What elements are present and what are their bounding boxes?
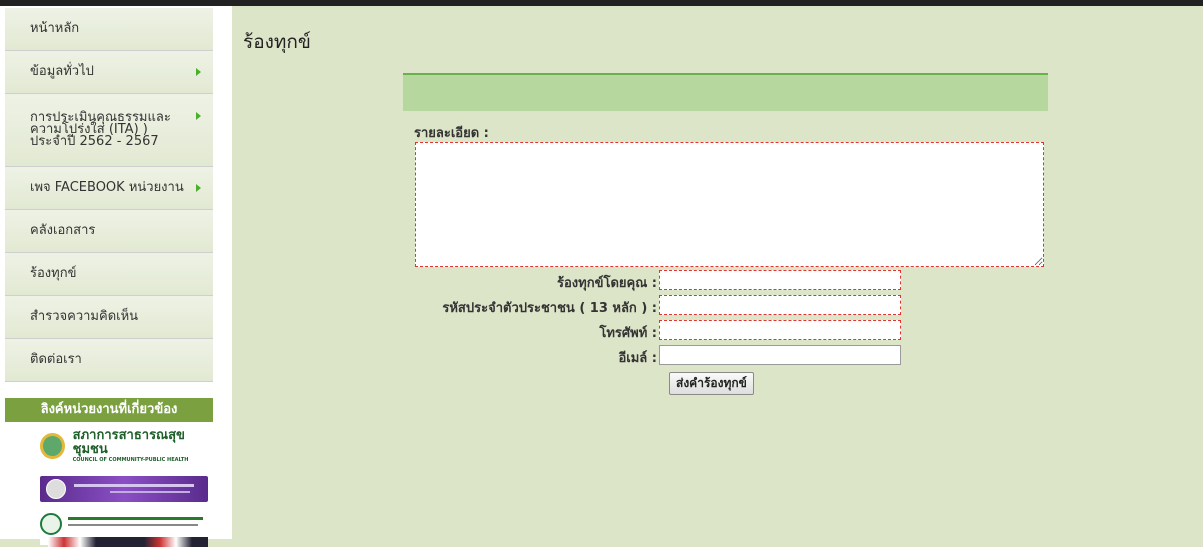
related-links-title: ลิงค์หน่วยงานที่เกี่ยวข้อง bbox=[5, 398, 213, 422]
community-public-health-council-logo[interactable]: สภาการสาธารณสุขชุมชน COUNCIL OF COMMUNIT… bbox=[40, 427, 210, 464]
sidebar: หน้าหลัก ข้อมูลทั่วไป การประเมินคุณธรรมแ… bbox=[0, 6, 232, 547]
seal-icon bbox=[40, 433, 65, 459]
banner-text-graphic bbox=[74, 484, 194, 487]
page-title: ร้องทุกข์ bbox=[243, 31, 311, 53]
sidebar-item-contact[interactable]: ติดต่อเรา bbox=[5, 339, 213, 382]
logo-main-text: สภาการสาธารณสุขชุมชน bbox=[72, 427, 185, 457]
moph-seal-icon bbox=[40, 513, 62, 535]
complainant-name-input[interactable] bbox=[659, 270, 901, 290]
sidebar-item-label: การประเมินคุณธรรมและความโปร่งใส (ITA) ) … bbox=[30, 110, 171, 149]
sidebar-item-survey[interactable]: สำรวจความคิดเห็น bbox=[5, 296, 213, 339]
citizen-id-input[interactable] bbox=[659, 295, 901, 315]
agency-banner-link[interactable] bbox=[40, 476, 208, 502]
anti-corruption-center-banner-link[interactable] bbox=[40, 511, 208, 547]
sidebar-item-label: หน้าหลัก bbox=[30, 21, 80, 36]
sidebar-item-facebook[interactable]: เพจ FACEBOOK หน่วยงาน bbox=[5, 167, 213, 210]
arrow-right-icon bbox=[196, 184, 201, 192]
detail-label: รายละเอียด : bbox=[414, 126, 489, 141]
sidebar-item-general-info[interactable]: ข้อมูลทั่วไป bbox=[5, 51, 213, 94]
agency-seal-icon bbox=[46, 479, 66, 499]
email-input[interactable] bbox=[659, 345, 901, 365]
banner-text-graphic bbox=[110, 491, 190, 493]
sidebar-item-label: ข้อมูลทั่วไป bbox=[30, 64, 94, 79]
sidebar-item-documents[interactable]: คลังเอกสาร bbox=[5, 210, 213, 253]
arrow-right-icon bbox=[196, 112, 201, 120]
sidebar-item-home[interactable]: หน้าหลัก bbox=[5, 8, 213, 51]
complainant-name-label: ร้องทุกข์โดยคุณ : bbox=[557, 276, 657, 291]
banner-text-graphic bbox=[68, 524, 198, 526]
sidebar-item-label: เพจ FACEBOOK หน่วยงาน bbox=[30, 180, 184, 195]
sidebar-item-label: ร้องทุกข์ bbox=[30, 266, 77, 281]
sidebar-item-label: ติดต่อเรา bbox=[30, 352, 82, 367]
phone-input[interactable] bbox=[659, 320, 901, 340]
sidebar-item-ita[interactable]: การประเมินคุณธรรมและความโปร่งใส (ITA) ) … bbox=[5, 94, 213, 167]
logo-sub-text: COUNCIL OF COMMUNITY-PUBLIC HEALTH bbox=[72, 456, 189, 463]
citizen-id-label: รหัสประจำตัวประชาชน ( 13 หลัก ) : bbox=[442, 301, 657, 316]
form-header-band bbox=[403, 73, 1048, 111]
phone-label: โทรศัพท์ : bbox=[599, 326, 657, 341]
sidebar-item-complaint[interactable]: ร้องทุกข์ bbox=[5, 253, 213, 296]
email-label: อีเมล์ : bbox=[618, 351, 657, 366]
detail-textarea[interactable] bbox=[415, 142, 1044, 267]
submit-complaint-button[interactable]: ส่งคำร้องทุกข์ bbox=[669, 372, 754, 395]
logo-text: สภาการสาธารณสุขชุมชน COUNCIL OF COMMUNIT… bbox=[72, 427, 210, 464]
sidebar-item-label: คลังเอกสาร bbox=[30, 223, 96, 238]
sidebar-menu: หน้าหลัก ข้อมูลทั่วไป การประเมินคุณธรรมแ… bbox=[5, 8, 213, 382]
arrow-right-icon bbox=[196, 68, 201, 76]
sidebar-item-label: สำรวจความคิดเห็น bbox=[30, 309, 139, 324]
banner-text-graphic bbox=[68, 517, 203, 520]
